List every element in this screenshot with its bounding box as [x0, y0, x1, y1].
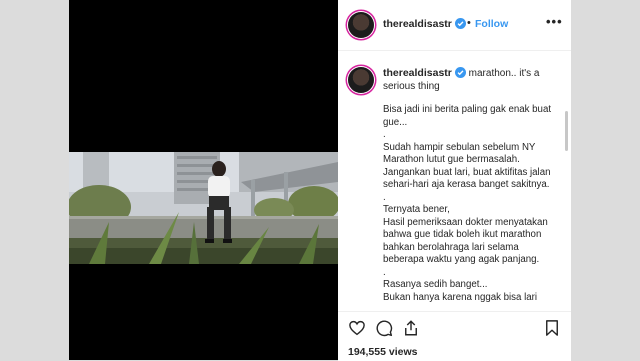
- caption-header: therealdisastr marathon.. it's a serious…: [383, 67, 553, 93]
- caption-avatar[interactable]: [348, 67, 374, 93]
- post-video[interactable]: [69, 0, 338, 360]
- more-options-button[interactable]: •••: [546, 14, 563, 29]
- verified-badge-icon: [454, 18, 466, 29]
- post-actions: 194,555 views: [338, 311, 571, 361]
- post-sidebar: therealdisastr • Follow ••• therealdisas…: [338, 0, 571, 361]
- share-icon[interactable]: [402, 319, 420, 337]
- caption-username[interactable]: therealdisastr: [383, 67, 452, 79]
- caption-body: Bisa jadi ini berita paling gak enak bua…: [383, 104, 552, 303]
- comments-scrollbar[interactable]: [565, 111, 568, 151]
- heart-icon[interactable]: [348, 319, 366, 337]
- header-username-text[interactable]: therealdisastr: [383, 18, 452, 30]
- video-frame: [69, 152, 338, 264]
- verified-badge-icon: [454, 67, 466, 78]
- bookmark-icon[interactable]: [543, 319, 561, 337]
- view-count: 194,555 views: [348, 346, 418, 358]
- header-avatar[interactable]: [348, 12, 374, 38]
- post-header: therealdisastr • Follow •••: [338, 0, 571, 51]
- header-username[interactable]: therealdisastr: [383, 18, 466, 30]
- header-separator: •: [467, 17, 471, 29]
- comment-icon[interactable]: [375, 319, 393, 337]
- follow-button[interactable]: Follow: [475, 18, 508, 30]
- post-modal: therealdisastr • Follow ••• therealdisas…: [69, 0, 571, 361]
- comments-area[interactable]: therealdisastr marathon.. it's a serious…: [338, 51, 571, 311]
